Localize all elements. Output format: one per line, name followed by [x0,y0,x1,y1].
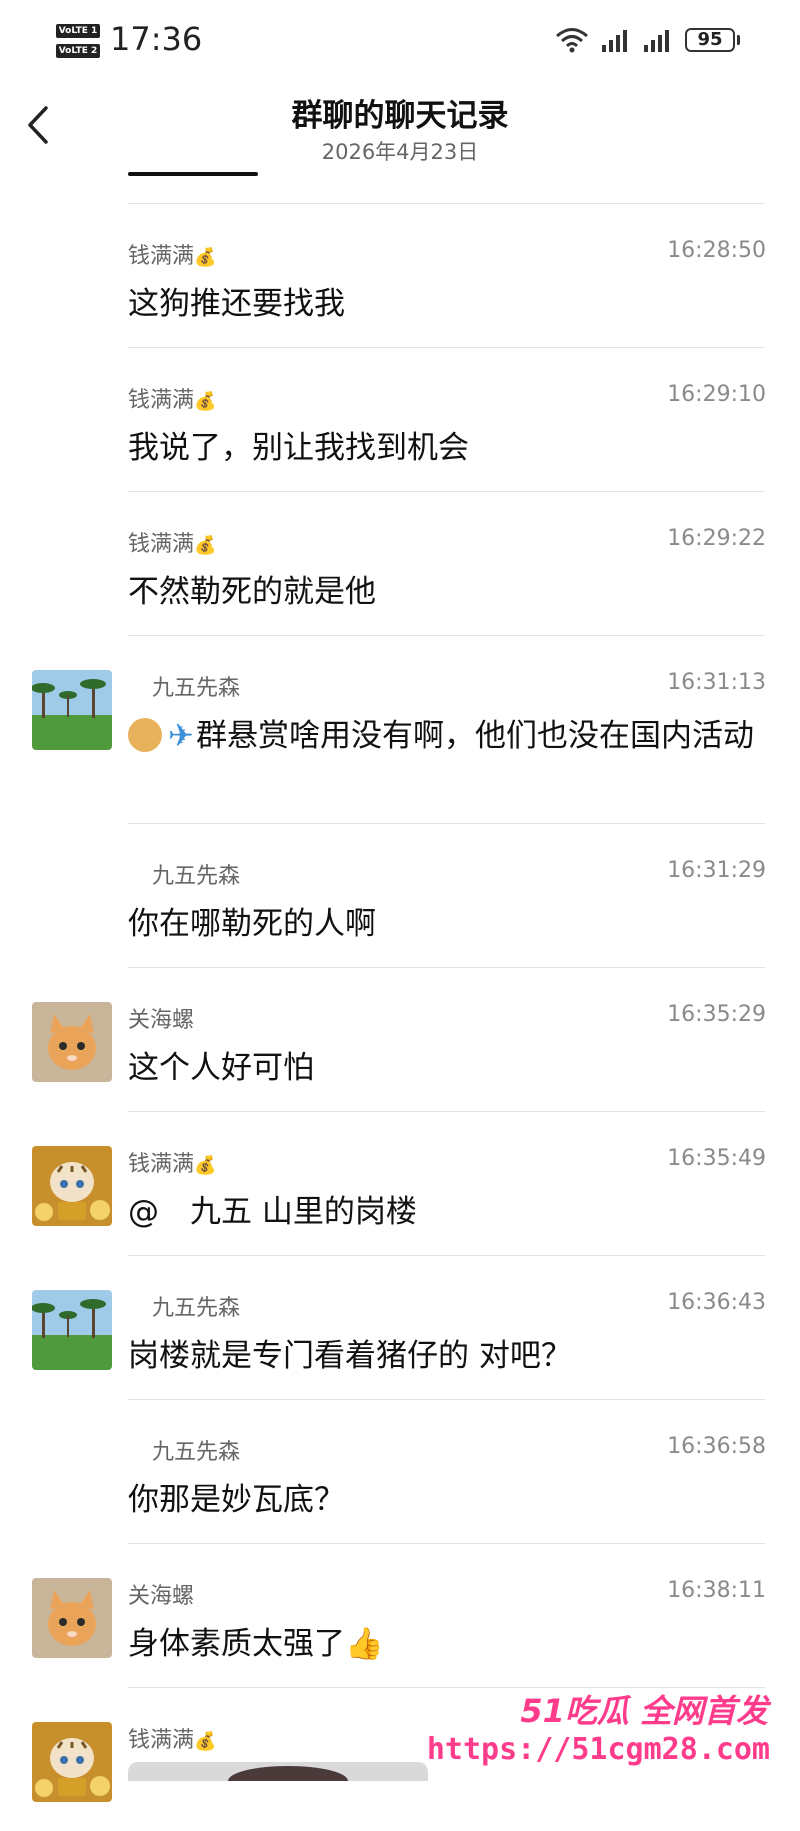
moneybag-icon: 💰 [194,1155,217,1176]
message-time: 16:35:29 [667,1002,766,1027]
message-text: 我说了，别让我找到机会 [128,430,469,466]
message-time: 16:38:11 [667,1578,766,1603]
message-text: 这个人好可怕 [128,1050,314,1086]
avatar[interactable] [32,1146,112,1226]
wifi-icon [556,28,588,53]
status-icons: 95 [555,26,740,54]
message-time: 16:29:22 [667,526,766,551]
message-text: 这狗推还要找我 [128,286,345,322]
avatar[interactable] [32,670,112,750]
divider [128,1111,765,1112]
moneybag-icon: 💰 [194,247,217,268]
moneybag-icon: 💰 [194,1731,217,1752]
message-row[interactable]: 九五先森 16:36:43 岗楼就是专门看着猪仔的 对吧？ [0,1255,800,1399]
avatar[interactable] [32,1722,112,1802]
message-text: 岗楼就是专门看着猪仔的 对吧？ [128,1338,572,1374]
header: 群聊的聊天记录 2026年4月23日 [0,80,800,170]
divider [128,347,765,348]
signal-1-icon [602,30,627,52]
sender-name-text: 钱满满 [128,1152,195,1177]
sender-name-text: 钱满满 [128,532,195,557]
divider [128,967,765,968]
moneybag-icon: 💰 [194,535,217,556]
battery-tip [737,35,740,45]
tiger-cub-avatar-icon [32,1722,112,1802]
message-time: 16:35:49 [667,1146,766,1171]
message-text-body: 群悬赏啥用没有啊，他们也没在国内活动 [195,718,754,754]
sender-name: 钱满满💰 [128,1146,216,1178]
sender-name: 钱满满💰 [128,382,216,414]
image-attachment-content [228,1766,348,1781]
sender-name-text: 钱满满 [128,244,195,269]
message-text: 不然勒死的就是他 [128,574,376,610]
signal-2-icon [644,30,669,52]
volte-2-icon: VoLTE 2 [56,44,100,58]
watermark-title: 51吃瓜 全网首发 [520,1692,768,1730]
status-time: 17:36 [110,20,203,58]
sender-name: 九五先森 [152,864,241,889]
message-time: 16:36:43 [667,1290,766,1315]
sender-name: 钱满满💰 [128,1722,216,1754]
tiger-cub-avatar-icon [32,1146,112,1226]
message-time: 16:28:50 [667,238,766,263]
message-row[interactable]: 钱满满💰 16:29:10 我说了，别让我找到机会 [0,347,800,491]
message-text: 身体素质太强了👍 [128,1621,760,1667]
sender-name: 九五先森 [152,1296,241,1321]
message-row[interactable]: 钱满满💰 16:29:22 不然勒死的就是他 [0,491,800,635]
sender-name: 关海螺 [128,1008,195,1033]
sender-name-text: 钱满满 [128,1728,195,1753]
message-row[interactable]: 九五先森 16:31:13 ✈群悬赏啥用没有啊，他们也没在国内活动 [0,635,800,823]
avatar[interactable] [32,1578,112,1658]
message-time: 16:29:10 [667,382,766,407]
message-text: 你在哪勒死的人啊 [128,906,376,942]
page-subtitle: 2026年4月23日 [321,140,479,164]
kitten-avatar-icon [32,1578,112,1658]
message-row[interactable]: 钱满满💰 16:28:50 这狗推还要找我 [0,203,800,347]
image-attachment[interactable] [128,1762,428,1781]
message-row[interactable]: 关海螺 16:35:29 这个人好可怕 [0,967,800,1111]
divider [128,635,765,636]
beach-palm-avatar-icon [32,670,112,750]
divider [128,1399,765,1400]
moneybag-icon: 💰 [194,391,217,412]
airplane-icon: ✈ [168,718,194,754]
sender-name: 九五先森 [152,1440,241,1465]
sender-name: 关海螺 [128,1584,195,1609]
message-time: 16:31:29 [667,858,766,883]
thumbs-up-icon: 👍 [345,1626,384,1662]
status-bar: VoLTE 1 VoLTE 2 17:36 95 [0,0,800,80]
previous-message-stub [128,172,258,176]
divider [128,1255,765,1256]
page-title: 群聊的聊天记录 [291,98,509,134]
message-text: @ 九五 山里的岗楼 [128,1194,417,1230]
message-time: 16:36:58 [667,1434,766,1459]
divider [128,491,765,492]
message-row[interactable]: 关海螺 16:38:11 身体素质太强了👍 [0,1543,800,1687]
sender-name: 钱满满💰 [128,238,216,270]
message-list[interactable]: 钱满满💰 16:28:50 这狗推还要找我 钱满满💰 16:29:10 我说了，… [0,203,800,1831]
message-row[interactable]: 九五先森 16:31:29 你在哪勒死的人啊 [0,823,800,967]
message-row[interactable]: 九五先森 16:36:58 你那是妙瓦底？ [0,1399,800,1543]
message-text-body: 身体素质太强了 [128,1626,345,1662]
doge-emoji-icon [128,718,162,752]
divider [128,1543,765,1544]
kitten-avatar-icon [32,1002,112,1082]
battery-icon: 95 [685,28,740,52]
divider [128,203,765,204]
avatar[interactable] [32,1290,112,1370]
watermark-url: https://51cgm28.com [426,1732,770,1767]
battery-level: 95 [685,28,735,52]
message-text: ✈群悬赏啥用没有啊，他们也没在国内活动 [128,713,760,759]
watermark: 51吃瓜 全网首发 https://51cgm28.com [427,1686,776,1776]
avatar[interactable] [32,1002,112,1082]
volte-1-icon: VoLTE 1 [56,24,100,38]
beach-palm-avatar-icon [32,1290,112,1370]
sender-name: 钱满满💰 [128,526,216,558]
message-text: 你那是妙瓦底？ [128,1482,345,1518]
sender-name: 九五先森 [152,676,241,701]
message-row[interactable]: 钱满满💰 16:35:49 @ 九五 山里的岗楼 [0,1111,800,1255]
sender-name-text: 钱满满 [128,388,195,413]
message-time: 16:31:13 [667,670,766,695]
divider [128,823,765,824]
